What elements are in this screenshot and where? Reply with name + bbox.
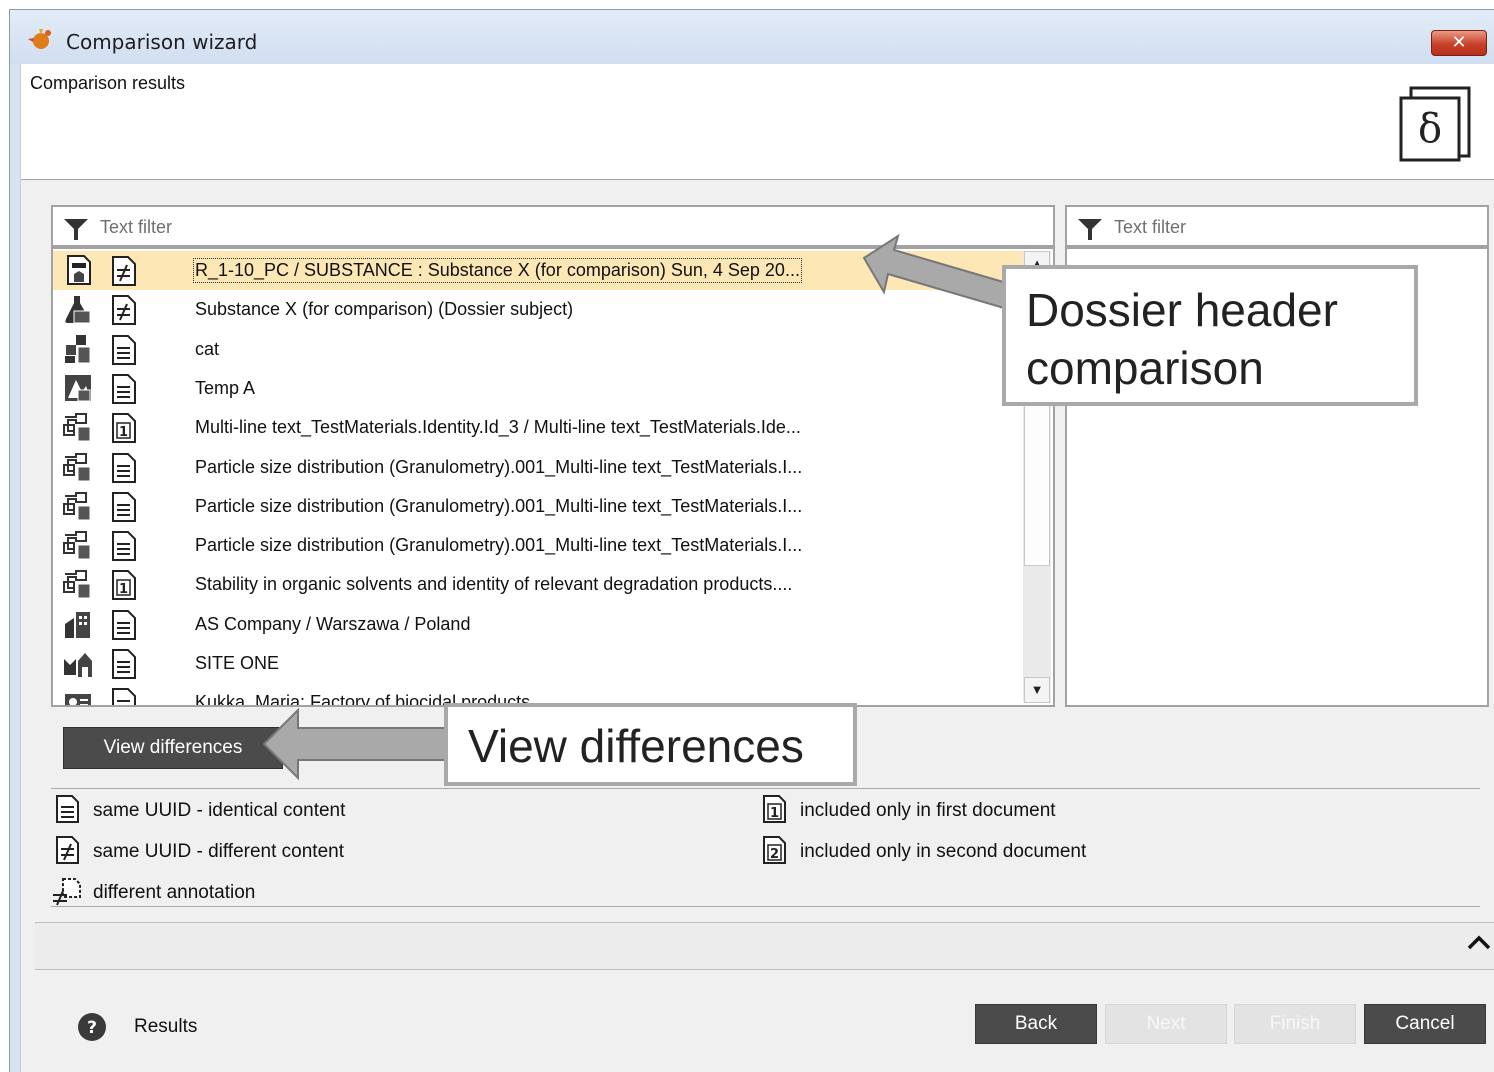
page-subtitle: Comparison results (30, 73, 186, 93)
test-material-icon (63, 413, 91, 442)
window-title: Comparison wizard (66, 30, 258, 54)
tree-row[interactable]: Particle size distribution (Granulometry… (53, 487, 1023, 526)
tree-row-label: Substance X (for comparison) (Dossier su… (195, 299, 574, 320)
filter-icon (64, 219, 88, 240)
tree-row-label: Particle size distribution (Granulometry… (195, 535, 803, 556)
test-material-icon (63, 452, 91, 481)
legend-annotation-label: different annotation (93, 882, 256, 903)
svg-text:2: 2 (770, 847, 779, 862)
identical-content-icon (112, 688, 136, 705)
right-text-filter[interactable]: Text filter (1065, 205, 1489, 247)
back-button[interactable]: Back (975, 1004, 1097, 1044)
view-diff-callout-text: View differences (468, 720, 804, 772)
tree-row[interactable]: SITE ONE (53, 644, 1023, 683)
only-second-icon: 2 (763, 836, 786, 864)
identical-content-icon (112, 373, 136, 404)
step-label: Results (134, 1016, 198, 1037)
tree-row-label: AS Company / Warszawa / Poland (195, 613, 471, 634)
details-collapse-bar[interactable] (35, 922, 1494, 970)
dossier-callout-arrow (862, 233, 1012, 310)
legend-different-label: same UUID - different content (93, 841, 344, 862)
tree-row-label: Stability in organic solvents and identi… (195, 574, 793, 595)
test-material-icon (63, 491, 91, 521)
svg-text:δ: δ (1418, 106, 1442, 152)
identical-content-icon (112, 491, 136, 522)
cancel-button[interactable]: Cancel (1364, 1004, 1486, 1044)
tree-row-label: Particle size distribution (Granulometry… (195, 456, 803, 477)
legend-separator-top (51, 788, 1480, 789)
right-filter-placeholder: Text filter (1114, 217, 1187, 237)
contact-icon (65, 694, 91, 705)
test-material-icon (63, 531, 91, 560)
only-first-icon: 1 (763, 795, 786, 823)
test-material-icon (63, 570, 91, 599)
identical-content-icon (112, 609, 136, 640)
identical-content-icon (56, 795, 79, 823)
close-button[interactable]: ✕ (1431, 30, 1487, 56)
svg-text:?: ? (87, 1018, 97, 1038)
scroll-down-button[interactable]: ▼ (1024, 677, 1050, 703)
legal-entity-icon (65, 611, 90, 638)
tree-row[interactable]: 1 Multi-line text_TestMaterials.Identity.… (53, 408, 1023, 447)
next-button[interactable]: Next (1105, 1004, 1227, 1044)
different-content-icon (56, 836, 79, 864)
tree-row-label: Temp A (195, 377, 256, 398)
site-icon (64, 653, 92, 677)
tree-row-label: R_1-10_PC / SUBSTANCE : Substance X (for… (193, 258, 802, 283)
legend-identical-label: same UUID - identical content (93, 800, 346, 821)
tree-row[interactable]: Particle size distribution (Granulometry… (53, 448, 1023, 487)
only-first-icon: 1 (112, 413, 136, 444)
view-differences-button[interactable]: View differences (63, 727, 283, 769)
view-differences-callout: View differences (444, 703, 857, 786)
legend-only-first-label: included only in first document (800, 800, 1056, 821)
reference-substance-icon (65, 334, 91, 364)
template-icon (65, 374, 91, 402)
left-filter-placeholder: Text filter (100, 217, 173, 237)
tree-row-label: SITE ONE (195, 653, 280, 673)
different-content-icon (112, 295, 136, 326)
title-bar: Comparison wizard ✕ (10, 10, 1494, 64)
tree-row[interactable]: 1 Stability in organic solvents and ident… (53, 565, 1023, 604)
legend-separator-bottom (51, 906, 1480, 907)
dossier-icon (67, 255, 91, 285)
svg-text:1: 1 (770, 806, 779, 821)
wizard-icon (28, 29, 51, 49)
tree-row[interactable]: AS Company / Warszawa / Poland (53, 605, 1023, 644)
substance-icon (65, 296, 91, 324)
filter-icon (1078, 219, 1102, 240)
view-diff-callout-arrow (262, 707, 451, 781)
identical-content-icon (112, 649, 136, 679)
different-annotation-icon (53, 878, 81, 906)
svg-text:1: 1 (119, 582, 128, 597)
tree-row-label: Particle size distribution (Granulometry… (195, 495, 803, 516)
comparison-wizard-window: Comparison wizard ✕ Comparison results δ… (9, 9, 1494, 1072)
finish-button[interactable]: Finish (1234, 1004, 1356, 1044)
chevron-up-icon[interactable] (1466, 931, 1492, 955)
identical-content-icon (112, 531, 136, 562)
dossier-header-callout: Dossier header comparison (1002, 265, 1418, 406)
svg-text:1: 1 (119, 425, 128, 440)
different-content-icon (112, 256, 136, 286)
identical-content-icon (112, 452, 136, 483)
tree-row[interactable]: Temp A (53, 369, 1023, 408)
dossier-callout-line1: Dossier header (1026, 284, 1338, 336)
tree-row[interactable]: Particle size distribution (Granulometry… (53, 526, 1023, 565)
comparison-delta-icon: δ (1399, 86, 1471, 162)
legend-only-second-label: included only in second document (800, 841, 1087, 862)
tree-row[interactable]: cat (53, 330, 1023, 369)
identical-content-icon (112, 334, 136, 365)
wizard-client-area: Comparison results δ Text filter Text fi… (20, 64, 1494, 1072)
only-first-icon: 1 (112, 570, 136, 601)
dossier-callout-line2: comparison (1026, 342, 1264, 394)
tree-row-label: cat (195, 338, 220, 359)
help-icon[interactable]: ? (77, 1012, 107, 1042)
tree-row-label: Multi-line text_TestMaterials.Identity.I… (195, 417, 801, 438)
